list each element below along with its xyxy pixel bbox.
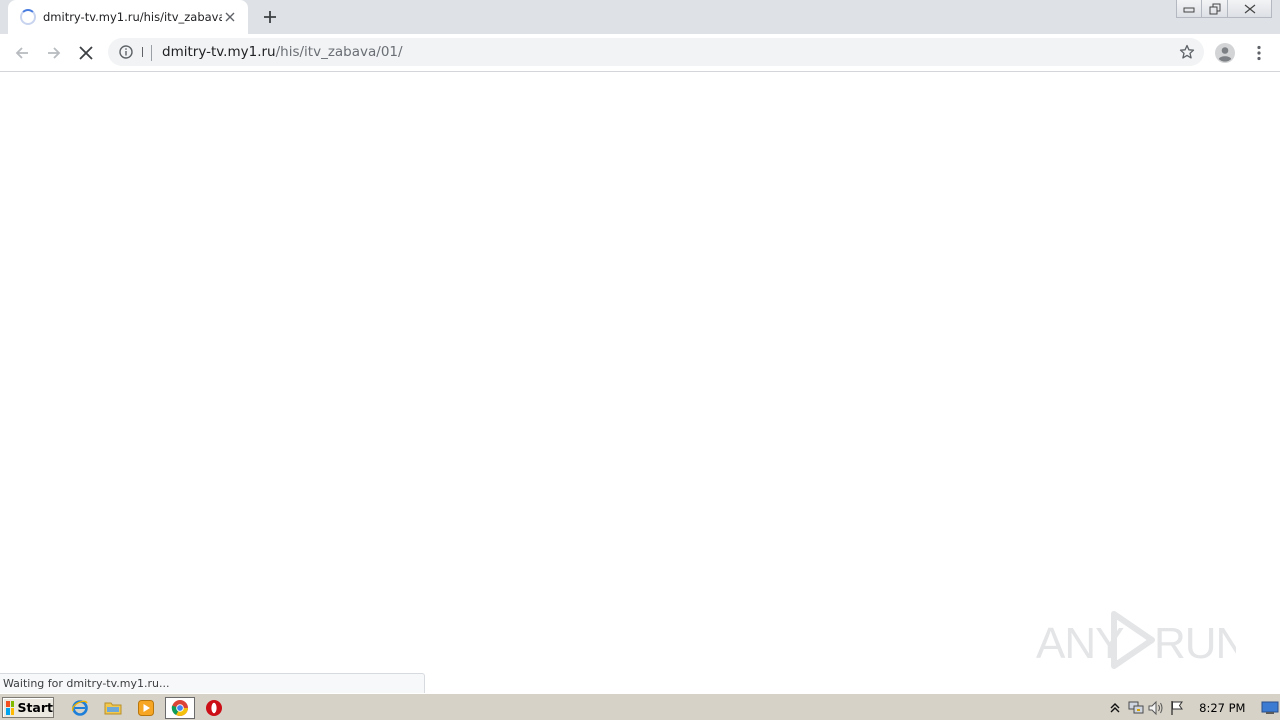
internet-explorer-icon[interactable] bbox=[69, 697, 91, 719]
action-center-flag-icon[interactable] bbox=[1167, 697, 1188, 719]
clock[interactable]: 8:27 PM bbox=[1199, 701, 1245, 715]
account-icon bbox=[1215, 43, 1235, 63]
back-button[interactable] bbox=[8, 39, 36, 67]
plus-icon bbox=[264, 11, 276, 23]
browser-tab[interactable]: dmitry-tv.my1.ru/his/itv_zabava/01/ bbox=[8, 0, 248, 34]
windows-logo-icon bbox=[6, 700, 15, 715]
volume-icon[interactable] bbox=[1146, 697, 1167, 719]
info-icon[interactable] bbox=[118, 44, 134, 60]
start-button[interactable]: Start bbox=[2, 697, 54, 718]
back-arrow-icon bbox=[15, 47, 28, 59]
address-bar[interactable]: dmitry-tv.my1.ru/his/itv_zabava/01/ bbox=[108, 38, 1204, 66]
profile-button[interactable] bbox=[1211, 39, 1239, 67]
opera-icon[interactable] bbox=[203, 697, 225, 719]
svg-text:ANY: ANY bbox=[1036, 619, 1124, 668]
chrome-icon[interactable] bbox=[165, 697, 195, 719]
anyrun-watermark-logo: ANY RUN bbox=[1036, 611, 1236, 669]
media-player-icon[interactable] bbox=[135, 697, 157, 719]
window-close-button[interactable] bbox=[1228, 0, 1272, 18]
tab-loading-spinner-icon bbox=[20, 9, 36, 25]
forward-arrow-icon bbox=[48, 47, 61, 59]
window-close-icon bbox=[1244, 4, 1255, 13]
svg-text:RUN: RUN bbox=[1154, 619, 1236, 668]
forward-button[interactable] bbox=[40, 39, 68, 67]
kebab-menu-icon bbox=[1257, 45, 1261, 61]
bookmark-star-icon[interactable] bbox=[1178, 43, 1196, 61]
stop-loading-button[interactable] bbox=[72, 39, 100, 67]
taskbar: Start 8:27 PM bbox=[0, 693, 1280, 720]
url-text[interactable]: dmitry-tv.my1.ru/his/itv_zabava/01/ bbox=[162, 44, 403, 60]
security-separator bbox=[138, 45, 156, 61]
network-icon[interactable] bbox=[1126, 697, 1147, 719]
status-bubble: Waiting for dmitry-tv.my1.ru... bbox=[0, 673, 425, 693]
restore-icon bbox=[1209, 3, 1220, 14]
menu-button[interactable] bbox=[1245, 39, 1273, 67]
minimize-icon bbox=[1183, 7, 1195, 12]
start-label: Start bbox=[17, 700, 53, 715]
tab-title: dmitry-tv.my1.ru/his/itv_zabava/01/ bbox=[43, 10, 222, 24]
window-controls bbox=[1176, 0, 1272, 18]
tab-strip: dmitry-tv.my1.ru/his/itv_zabava/01/ bbox=[0, 0, 1280, 34]
url-path: /his/itv_zabava/01/ bbox=[275, 44, 403, 60]
stop-icon bbox=[79, 46, 93, 60]
file-explorer-icon[interactable] bbox=[102, 697, 124, 719]
restore-button[interactable] bbox=[1202, 0, 1228, 18]
new-tab-button[interactable] bbox=[258, 5, 282, 29]
show-hidden-icons[interactable] bbox=[1105, 697, 1126, 719]
minimize-button[interactable] bbox=[1176, 0, 1202, 18]
page-viewport bbox=[0, 72, 1280, 693]
tab-close-icon[interactable] bbox=[222, 9, 238, 25]
system-tray: 8:27 PM bbox=[1105, 696, 1280, 719]
url-host: dmitry-tv.my1.ru bbox=[162, 44, 276, 60]
show-desktop-icon[interactable] bbox=[1259, 697, 1280, 719]
browser-toolbar: dmitry-tv.my1.ru/his/itv_zabava/01/ bbox=[0, 34, 1280, 71]
